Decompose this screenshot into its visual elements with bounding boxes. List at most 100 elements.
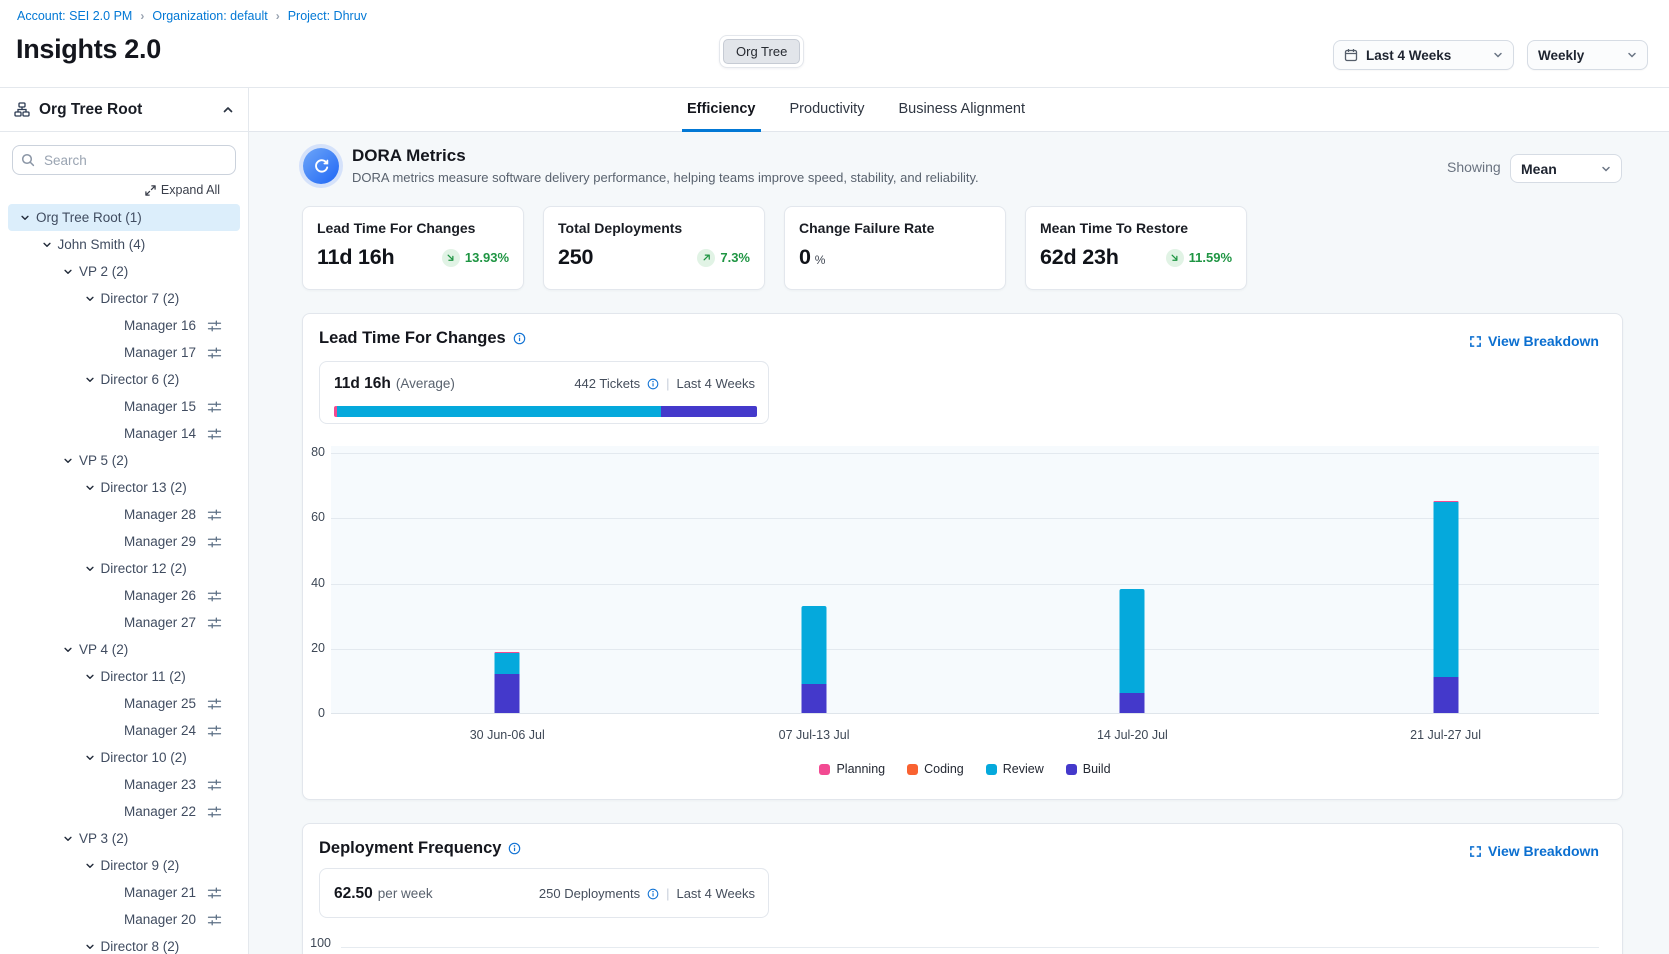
chevron-down-icon[interactable]: [63, 267, 73, 277]
granularity-select[interactable]: Weekly: [1527, 40, 1648, 70]
org-tree-button[interactable]: Org Tree: [723, 39, 800, 64]
tree-item-manager-22[interactable]: Manager 22: [8, 798, 240, 825]
tree-item-vp-5-2[interactable]: VP 5 (2): [8, 447, 240, 474]
tree-item-manager-26[interactable]: Manager 26: [8, 582, 240, 609]
legend-item-coding[interactable]: Coding: [907, 762, 964, 776]
showing-select[interactable]: Mean: [1510, 154, 1622, 183]
sliders-icon[interactable]: [207, 590, 222, 602]
sliders-icon[interactable]: [207, 806, 222, 818]
chevron-up-icon[interactable]: [222, 104, 234, 116]
chevron-down-icon[interactable]: [63, 456, 73, 466]
tree-item-director-8-2[interactable]: Director 8 (2): [8, 933, 240, 954]
tree-item-director-7-2[interactable]: Director 7 (2): [8, 285, 240, 312]
expand-all-label: Expand All: [161, 183, 220, 197]
sliders-icon[interactable]: [207, 617, 222, 629]
deployment-view-breakdown[interactable]: View Breakdown: [1469, 843, 1599, 859]
tree-item-manager-27[interactable]: Manager 27: [8, 609, 240, 636]
breadcrumb-link[interactable]: Project: Dhruv: [288, 9, 367, 23]
info-icon[interactable]: [647, 378, 659, 390]
tickets-count: 442 Tickets: [574, 376, 640, 391]
tree-item-manager-16[interactable]: Manager 16: [8, 312, 240, 339]
bar-21-jul-27-jul[interactable]: [1433, 501, 1458, 713]
chevron-down-icon[interactable]: [85, 861, 95, 871]
sliders-icon[interactable]: [207, 509, 222, 521]
sliders-icon[interactable]: [207, 779, 222, 791]
lead-time-view-breakdown[interactable]: View Breakdown: [1469, 333, 1599, 349]
sliders-icon[interactable]: [207, 536, 222, 548]
sliders-icon[interactable]: [207, 401, 222, 413]
tree-item-director-12-2[interactable]: Director 12 (2): [8, 555, 240, 582]
chevron-down-icon[interactable]: [42, 240, 52, 250]
deployment-rate-value: 62.50: [334, 885, 373, 903]
tab-productivity[interactable]: Productivity: [785, 88, 870, 132]
sliders-icon[interactable]: [207, 914, 222, 926]
tree-item-vp-3-2[interactable]: VP 3 (2): [8, 825, 240, 852]
date-range-select[interactable]: Last 4 Weeks: [1333, 40, 1514, 70]
info-icon[interactable]: [647, 888, 659, 900]
chevron-down-icon[interactable]: [85, 294, 95, 304]
metric-label: Mean Time To Restore: [1040, 220, 1232, 236]
chevron-down-icon[interactable]: [85, 942, 95, 952]
chevron-down-icon[interactable]: [85, 672, 95, 682]
chevron-down-icon[interactable]: [85, 375, 95, 385]
gridline: [331, 518, 1599, 519]
tab-efficiency[interactable]: Efficiency: [682, 88, 761, 132]
tree-item-manager-29[interactable]: Manager 29: [8, 528, 240, 555]
tree-item-director-13-2[interactable]: Director 13 (2): [8, 474, 240, 501]
bar-segment-review: [495, 653, 520, 674]
expand-all-icon: [145, 185, 156, 196]
expand-all-button[interactable]: Expand All: [14, 183, 220, 197]
tree-item-director-6-2[interactable]: Director 6 (2): [8, 366, 240, 393]
phase-distribution-bar: [334, 406, 757, 417]
tree-item-manager-24[interactable]: Manager 24: [8, 717, 240, 744]
chevron-down-icon[interactable]: [85, 564, 95, 574]
tree-item-manager-23[interactable]: Manager 23: [8, 771, 240, 798]
legend-item-build[interactable]: Build: [1066, 762, 1111, 776]
trend-percent: 13.93%: [465, 250, 509, 265]
sliders-icon[interactable]: [207, 320, 222, 332]
tree-item-label: Manager 15: [124, 399, 196, 414]
tree-item-org-tree-root-1[interactable]: Org Tree Root (1): [8, 204, 240, 231]
chevron-down-icon[interactable]: [63, 645, 73, 655]
tree-item-label: Director 10 (2): [101, 750, 187, 765]
tab-business-alignment[interactable]: Business Alignment: [893, 88, 1030, 132]
tree-item-manager-17[interactable]: Manager 17: [8, 339, 240, 366]
sliders-icon[interactable]: [207, 725, 222, 737]
sliders-icon[interactable]: [207, 698, 222, 710]
bar-14-jul-20-jul[interactable]: [1120, 589, 1145, 713]
search-input[interactable]: [12, 145, 236, 175]
tree-item-vp-4-2[interactable]: VP 4 (2): [8, 636, 240, 663]
bar-07-jul-13-jul[interactable]: [802, 606, 827, 713]
lead-time-title: Lead Time For Changes: [319, 329, 506, 348]
breadcrumb-link[interactable]: Account: SEI 2.0 PM: [17, 9, 132, 23]
bar-30-jun-06-jul[interactable]: [495, 652, 520, 713]
breadcrumb-link[interactable]: Organization: default: [152, 9, 267, 23]
tree-item-director-9-2[interactable]: Director 9 (2): [8, 852, 240, 879]
chevron-down-icon[interactable]: [85, 483, 95, 493]
tree-item-vp-2-2[interactable]: VP 2 (2): [8, 258, 240, 285]
tree-item-manager-15[interactable]: Manager 15: [8, 393, 240, 420]
chevron-down-icon: [1493, 50, 1503, 60]
tree-item-manager-14[interactable]: Manager 14: [8, 420, 240, 447]
chevron-down-icon[interactable]: [20, 213, 30, 223]
tree-item-director-11-2[interactable]: Director 11 (2): [8, 663, 240, 690]
tree-item-manager-28[interactable]: Manager 28: [8, 501, 240, 528]
legend-item-review[interactable]: Review: [986, 762, 1044, 776]
tree-item-director-10-2[interactable]: Director 10 (2): [8, 744, 240, 771]
tree-item-john-smith-4[interactable]: John Smith (4): [8, 231, 240, 258]
chevron-down-icon[interactable]: [85, 753, 95, 763]
sliders-icon[interactable]: [207, 347, 222, 359]
legend-swatch: [819, 764, 830, 775]
sliders-icon[interactable]: [207, 887, 222, 899]
sliders-icon[interactable]: [207, 428, 222, 440]
chevron-down-icon[interactable]: [63, 834, 73, 844]
tree-item-manager-25[interactable]: Manager 25: [8, 690, 240, 717]
info-icon[interactable]: [513, 332, 526, 345]
date-range-label: Last 4 Weeks: [676, 886, 755, 901]
tree-item-manager-20[interactable]: Manager 20: [8, 906, 240, 933]
tree-item-label: Org Tree Root (1): [36, 210, 142, 225]
info-icon[interactable]: [508, 842, 521, 855]
legend-item-planning[interactable]: Planning: [819, 762, 885, 776]
gridline: [331, 584, 1599, 585]
tree-item-manager-21[interactable]: Manager 21: [8, 879, 240, 906]
